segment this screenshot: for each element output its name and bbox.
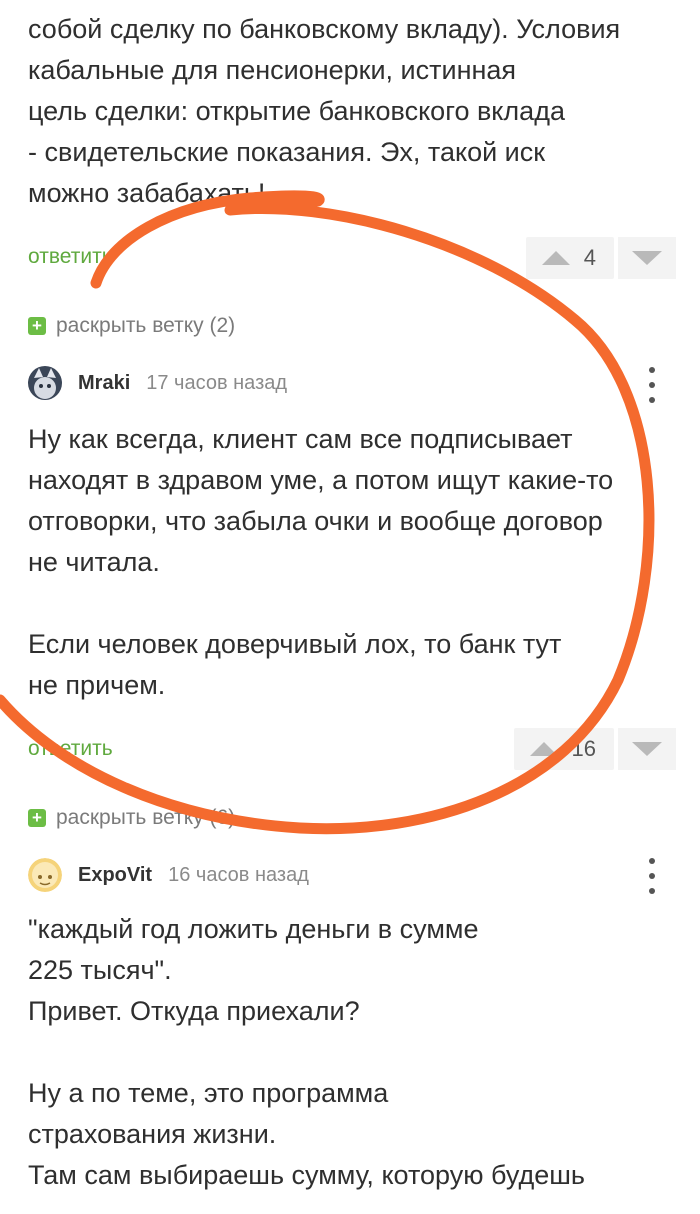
comment-text: Ну как всегда, клиент сам все подписывае… [28, 424, 614, 700]
triangle-up-icon [541, 251, 570, 265]
top-comment-line: собой сделку по банковскому вкладу). Усл… [28, 14, 621, 44]
comment-text: "каждый год ложить деньги в сумме 225 ты… [28, 914, 585, 1190]
dot [649, 873, 655, 879]
triangle-down-icon [632, 251, 662, 265]
username[interactable]: Mraki [78, 372, 130, 395]
vertical-dots-icon [649, 367, 655, 373]
expand-thread-label: раскрыть ветку (2) [56, 314, 236, 337]
top-comment-line: кабальные для пенсионерки, истинная [28, 55, 517, 85]
more-options-button[interactable] [642, 858, 662, 894]
reply-link[interactable]: ответить [28, 245, 113, 269]
plus-icon: + [28, 809, 46, 827]
downvote-button[interactable] [618, 237, 676, 279]
timestamp: 16 часов назад [168, 863, 309, 886]
upvote-button[interactable]: 4 [525, 237, 614, 279]
avatar[interactable] [28, 366, 62, 400]
reply-link[interactable]: ответить [28, 737, 113, 761]
avatar[interactable] [28, 858, 62, 892]
top-comment-line: можно забабахать! [28, 178, 266, 208]
vote-controls: 16 [513, 728, 676, 770]
upvote-button[interactable]: 16 [513, 728, 614, 770]
top-comment-text: собой сделку по банковскому вкладу). Усл… [28, 9, 620, 214]
dot [649, 888, 655, 894]
more-options-button[interactable] [642, 367, 662, 403]
vote-controls: 4 [525, 237, 676, 279]
expand-thread-label: раскрыть ветку (6) [56, 806, 236, 829]
timestamp: 17 часов назад [146, 371, 288, 394]
vertical-dots-icon [649, 858, 655, 864]
expand-thread-button[interactable]: + раскрыть ветку (6) [28, 806, 235, 830]
vote-count: 16 [571, 736, 596, 761]
triangle-down-icon [632, 742, 662, 756]
comment-header: Mraki 17 часов назад [28, 364, 287, 402]
expand-thread-button[interactable]: + раскрыть ветку (2) [28, 314, 235, 338]
downvote-button[interactable] [618, 728, 676, 770]
dot [649, 397, 655, 403]
dot [649, 382, 655, 388]
triangle-up-icon [529, 742, 558, 756]
comment-header: ExpoVit 16 часов назад [28, 856, 309, 894]
plus-icon: + [28, 317, 46, 335]
top-comment-line: - свидетельские показания. Эх, такой иск [28, 137, 546, 167]
vote-count: 4 [583, 245, 596, 270]
top-comment-line: цель сделки: открытие банковского вклада [28, 96, 565, 126]
username[interactable]: ExpoVit [78, 864, 152, 887]
